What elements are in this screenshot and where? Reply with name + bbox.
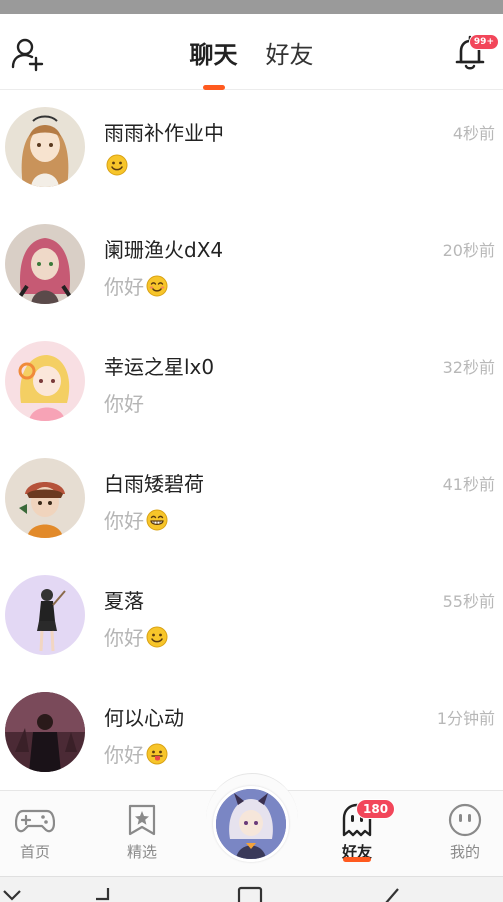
tab-friends[interactable]: 好友 xyxy=(264,35,316,70)
star-bookmark-icon xyxy=(128,804,156,836)
smile-emoji-icon xyxy=(146,626,168,647)
home-button[interactable] xyxy=(236,885,266,902)
chat-time: 1分钟前 xyxy=(436,709,495,728)
nav-active-indicator xyxy=(343,857,371,862)
top-header: 聊天 好友 99+ xyxy=(0,14,503,90)
grin-emoji-icon xyxy=(146,509,168,530)
face-icon xyxy=(448,803,482,837)
recents-button[interactable] xyxy=(380,885,410,902)
back-button[interactable] xyxy=(88,885,118,902)
nav-center-avatar-button[interactable] xyxy=(213,786,289,862)
chat-message: 你好 xyxy=(104,622,168,651)
chat-message-text: 你好 xyxy=(104,392,144,416)
nav-label: 我的 xyxy=(449,843,480,861)
notification-badge: 99+ xyxy=(468,34,499,50)
square-icon xyxy=(237,886,263,902)
nav-item-featured[interactable]: 精选 xyxy=(107,791,177,877)
chat-time: 4秒前 xyxy=(452,124,495,143)
smile-emoji-icon xyxy=(106,154,128,176)
chat-item[interactable]: 白雨矮碧荷 41秒前 你好 xyxy=(0,441,503,558)
chat-message xyxy=(104,154,128,176)
system-nav-bar xyxy=(0,876,503,902)
chevron-down-icon xyxy=(3,890,21,901)
chat-time: 20秒前 xyxy=(442,241,495,260)
back-icon xyxy=(96,888,110,901)
chat-time: 41秒前 xyxy=(442,475,495,494)
chat-item[interactable]: 夏落 55秒前 你好 xyxy=(0,558,503,675)
chat-message-text: 你好 xyxy=(104,509,144,533)
chat-message-text: 你好 xyxy=(104,626,144,650)
chat-tabs: 聊天 好友 xyxy=(0,14,503,90)
chat-message: 你好 xyxy=(104,271,168,300)
center-avatar xyxy=(216,789,286,859)
nav-item-me[interactable]: 我的 xyxy=(430,791,500,877)
chat-message-text: 你好 xyxy=(104,275,144,299)
status-bar xyxy=(0,0,503,14)
chat-message: 你好 xyxy=(104,505,168,534)
avatar xyxy=(5,692,85,772)
chat-name: 夏落 xyxy=(104,589,144,613)
tab-chat[interactable]: 聊天 xyxy=(188,35,240,70)
slash-icon xyxy=(385,888,399,902)
blush-emoji-icon xyxy=(146,275,168,296)
chat-message: 你好 xyxy=(104,739,168,768)
chat-item[interactable]: 幸运之星lx0 32秒前 你好 xyxy=(0,324,503,441)
avatar xyxy=(5,107,85,187)
chat-name: 白雨矮碧荷 xyxy=(104,472,204,496)
chat-item[interactable]: 阑珊渔火dX4 20秒前 你好 xyxy=(0,207,503,324)
avatar xyxy=(5,575,85,655)
chat-name: 何以心动 xyxy=(104,706,184,730)
chat-message-text: 你好 xyxy=(104,743,144,767)
nav-item-friends[interactable]: 好友 180 xyxy=(322,791,396,877)
chat-name: 阑珊渔火dX4 xyxy=(104,238,224,262)
nav-item-home[interactable]: 首页 xyxy=(0,791,70,877)
chat-time: 55秒前 xyxy=(442,592,495,611)
avatar xyxy=(5,224,85,304)
nav-label: 精选 xyxy=(126,843,157,861)
tongue-emoji-icon xyxy=(146,743,168,764)
chat-name: 幸运之星lx0 xyxy=(104,355,215,379)
bottom-nav: 首页 精选 好友 180 我的 xyxy=(0,773,503,877)
avatar xyxy=(5,341,85,421)
collapse-button[interactable] xyxy=(0,885,30,902)
avatar xyxy=(5,458,85,538)
gamepad-icon xyxy=(15,809,55,833)
chat-list: 雨雨补作业中 4秒前 阑珊渔火dX4 20秒前 你好 幸运之星lx0 32秒前 … xyxy=(0,90,503,790)
chat-message: 你好 xyxy=(104,388,144,417)
nav-badge: 180 xyxy=(356,799,396,819)
chat-item[interactable]: 雨雨补作业中 4秒前 xyxy=(0,90,503,207)
chat-name: 雨雨补作业中 xyxy=(104,121,224,145)
chat-time: 32秒前 xyxy=(442,358,495,377)
nav-label: 首页 xyxy=(19,843,50,861)
